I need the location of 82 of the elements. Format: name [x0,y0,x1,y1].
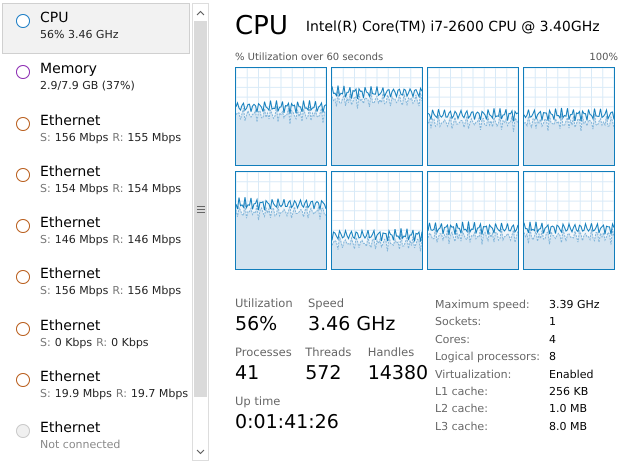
rate-value: 155 Mbps [127,130,182,144]
detail-value: 1 [549,314,556,330]
detail-value: Enabled [549,366,594,383]
stat-value: 56% [235,312,278,337]
rate-label: S: [40,130,51,144]
item-name: Ethernet [40,265,102,284]
detail-label: Virtualization: [435,366,512,383]
detail-value: 1.0 MB [549,401,588,418]
item-name: Ethernet [40,368,102,386]
rate-value: 19.7 Mbps [130,387,188,400]
item-name: Ethernet [40,112,102,130]
detail-label: Cores: [435,332,471,348]
sidebar-item[interactable]: Ethernet S: 156 Mbps R: 156 Mbps [2,259,190,311]
sidebar-item[interactable]: Ethernet S: 156 Mbps R: 155 Mbps [2,106,190,157]
rate-value: 0 Kbps [111,336,149,349]
detail-label: Maximum speed: [435,297,531,313]
stat-label: Handles [368,345,416,360]
detail-label: L1 cache: [435,384,489,400]
rate-value: 19.9 Mbps [54,387,112,400]
stat-value: 14380 [368,361,428,386]
rate-label: R: [112,233,124,246]
grip-icon [196,206,204,212]
rate-label: S: [40,182,51,195]
item-detail: Not connected [40,437,120,452]
rate-value: 156 Mbps [127,284,182,298]
item-detail: 56% 3.46 GHz [40,27,119,42]
detail-value: 256 KB [549,384,588,400]
item-name: Ethernet [40,419,102,438]
sidebar-item[interactable]: CPU 56% 3.46 GHz [2,3,190,54]
detail-value: 4 [549,332,556,348]
rate-value: 146 Mbps [54,233,108,246]
detail-value: 8 [549,349,556,366]
cpu-model: Intel(R) Core(TM) i7-2600 CPU @ 3.40GHz [306,18,600,37]
chevron-up-icon [196,10,205,16]
stat-label: Processes [235,345,293,360]
rate-value: 146 Mbps [127,233,182,246]
detail-value: 8.0 MB [549,418,588,435]
detail-value: 3.39 GHz [549,297,600,313]
rate-label: S: [40,387,51,400]
detail-label: Logical processors: [435,349,542,366]
sidebar-item[interactable]: Memory 2.9/7.9 GB (37%) [2,54,190,106]
rate-value: 154 Mbps [54,182,108,195]
rate-value: 154 Mbps [127,182,182,195]
rate-label: S: [40,336,51,349]
sidebar-item[interactable]: Ethernet S: 154 Mbps R: 154 Mbps [2,156,190,208]
detail-label: Sockets: [435,314,482,330]
detail-label: L2 cache: [435,401,489,418]
item-name: CPU [40,9,70,27]
sidebar-item[interactable]: Ethernet S: 19.9 Mbps R: 19.7 Mbps [2,362,190,414]
stat-label: Threads [305,345,352,360]
chevron-down-icon [196,448,205,454]
stat-value: 572 [305,361,342,386]
rate-value: 156 Mbps [54,130,108,144]
stat-label: Up time [235,394,282,409]
stat-label: Speed [308,296,346,311]
graph-max-label: 100% [589,51,618,65]
rate-label: R: [112,284,124,298]
rate-label: S: [40,233,51,246]
item-detail: 2.9/7.9 GB (37%) [40,78,135,94]
detail-label: L3 cache: [435,418,489,435]
graph-caption: % Utilization over 60 seconds [235,51,384,65]
rate-label: R: [112,130,124,144]
stat-value: 0:01:41:26 [235,410,339,435]
stat-value: 3.46 GHz [308,312,396,337]
rate-label: R: [96,336,108,349]
scrollbar[interactable] [192,3,209,461]
rate-value: 156 Mbps [54,284,108,298]
stat-label: Utilization [235,296,294,311]
stat-value: 41 [235,361,260,386]
item-name: Ethernet [40,316,102,335]
rate-value: 0 Kbps [54,336,92,349]
rate-label: R: [116,387,127,400]
page-title: CPU [235,10,288,42]
item-name: Ethernet [40,162,102,181]
item-name: Ethernet [40,214,102,232]
sidebar-item[interactable]: Ethernet Not connected [2,413,190,464]
sidebar-item[interactable]: Ethernet S: 0 Kbps R: 0 Kbps [2,310,190,362]
rate-label: S: [40,284,51,298]
sidebar-item[interactable]: Ethernet S: 146 Mbps R: 146 Mbps [2,208,190,260]
rate-label: R: [112,182,124,195]
item-name: Memory [40,60,98,78]
scroll-thumb[interactable] [194,21,207,397]
